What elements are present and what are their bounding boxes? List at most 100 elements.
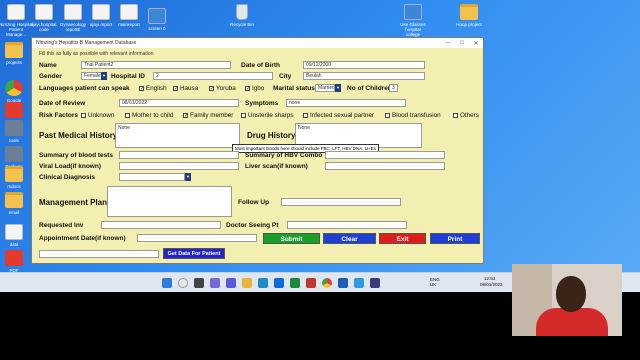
document-icon <box>120 4 138 20</box>
dob-field[interactable]: 09/12/2000 <box>303 61 425 69</box>
chevron-down-icon[interactable]: ▼ <box>335 84 341 92</box>
file-explorer-icon[interactable] <box>242 278 252 288</box>
desktop-icon-mdocs[interactable]: mdocs <box>0 166 31 189</box>
close-button[interactable]: ✕ <box>469 40 483 47</box>
excel-icon[interactable] <box>290 278 300 288</box>
past-medical-history-field[interactable]: None <box>115 123 240 148</box>
symptoms-field[interactable]: none <box>286 99 406 107</box>
risk-unknown-checkbox[interactable]: Unknown <box>81 112 114 119</box>
checkbox-checked-icon: ✓ <box>183 113 189 119</box>
widgets-icon[interactable] <box>210 278 220 288</box>
language-igbo-checkbox[interactable]: ✓ Igbo <box>245 85 264 92</box>
requested-inv-field[interactable] <box>101 221 221 229</box>
desktop-icon-email[interactable]: email <box>0 192 31 215</box>
risk-mother-to-child-checkbox[interactable]: Mother to child <box>125 112 173 119</box>
minimize-button[interactable]: – <box>441 40 455 46</box>
management-plan-field[interactable] <box>107 186 232 217</box>
task-view-icon[interactable] <box>194 278 204 288</box>
chevron-down-icon[interactable]: ▼ <box>185 173 191 181</box>
risk-family-member-checkbox[interactable]: ✓ Family member <box>183 112 233 119</box>
name-field[interactable]: Trial Patient2 <box>81 61 231 69</box>
patient-lookup-field[interactable] <box>39 250 159 258</box>
presenter-body <box>536 308 608 336</box>
language-english-checkbox[interactable]: ✓ English <box>139 85 167 92</box>
teams-chat-icon[interactable] <box>226 278 236 288</box>
children-field[interactable]: 3 <box>389 84 398 92</box>
desktop-icon-projects[interactable]: projects <box>0 42 31 65</box>
doctor-seeing-field[interactable] <box>287 221 407 229</box>
desktop-icon-hoop-project[interactable]: Hoop project <box>452 4 486 27</box>
clock-time[interactable]: 12:53 <box>484 276 495 281</box>
marital-status-select[interactable]: Married <box>315 84 335 92</box>
liver-scan-field[interactable] <box>325 162 445 170</box>
checkbox-checked-icon: ✓ <box>209 86 215 92</box>
clear-button[interactable]: Clear <box>323 233 376 244</box>
risk-blood-transfusion-checkbox[interactable]: Blood transfusion <box>385 112 441 119</box>
language-hausa-checkbox[interactable]: ✓ Hausa <box>173 85 198 92</box>
risk-infected-partner-checkbox[interactable]: Infected sexual partner <box>303 112 374 119</box>
pdf-icon <box>5 102 23 118</box>
clinical-diagnosis-select[interactable] <box>119 173 185 181</box>
print-button[interactable]: Print <box>430 233 480 244</box>
hospital-id-field[interactable]: 2 <box>153 72 273 80</box>
follow-up-field[interactable] <box>281 198 401 206</box>
city-label: City <box>279 73 292 80</box>
risk-others-checkbox[interactable]: Others <box>453 112 479 119</box>
outlook-icon[interactable] <box>354 278 364 288</box>
checkbox-checked-icon: ✓ <box>139 86 145 92</box>
language-yoruba-checkbox[interactable]: ✓ Yoruba <box>209 85 236 92</box>
risk-factors-label: Risk Factors <box>39 112 79 119</box>
chrome-icon <box>5 80 23 96</box>
presenter-head <box>556 276 586 312</box>
get-data-for-patient-button[interactable]: Get Data For Patient <box>163 248 225 259</box>
name-label: Name <box>39 62 57 69</box>
viral-load-label: Viral Load(if known) <box>39 163 101 170</box>
document-icon <box>7 4 25 20</box>
maximize-button[interactable]: □ <box>455 40 469 46</box>
chrome-icon[interactable] <box>322 278 332 288</box>
liver-scan-label: Liver scan(if known) <box>245 163 308 170</box>
app-icon[interactable] <box>370 278 380 288</box>
powerpoint-icon[interactable] <box>306 278 316 288</box>
desktop-icon-tools[interactable]: tools <box>0 120 31 143</box>
word-icon[interactable] <box>338 278 348 288</box>
checkbox-checked-icon: ✓ <box>173 86 179 92</box>
edge-icon[interactable] <box>258 278 268 288</box>
risk-unsterile-sharps-checkbox[interactable]: Unsterile sharps <box>241 112 294 119</box>
appointment-date-label: Appointment Date(if known) <box>39 235 126 242</box>
submit-button[interactable]: Submit <box>263 233 320 244</box>
store-icon[interactable] <box>274 278 284 288</box>
clock-date[interactable]: 08/01/2022 <box>480 282 503 287</box>
webcam-overlay <box>512 264 622 336</box>
checkbox-icon <box>81 113 86 118</box>
start-icon[interactable] <box>162 278 172 288</box>
marital-status-label: Marital status <box>273 85 315 92</box>
checkbox-checked-icon: ✓ <box>245 86 251 92</box>
city-field[interactable]: Beulah <box>303 72 425 80</box>
blood-tests-field[interactable] <box>119 151 239 159</box>
folder-icon <box>5 192 23 208</box>
desktop-icon-pdf[interactable]: PDF <box>0 250 31 273</box>
desktop-icon-screen[interactable]: screen 0 <box>140 8 174 31</box>
languages-label: Languages patient can speak <box>39 85 130 92</box>
hbv-combo-field[interactable] <box>325 151 445 159</box>
appointment-date-field[interactable] <box>137 234 257 242</box>
window-titlebar[interactable]: Nimzing's Hepatitis B Management Databas… <box>32 38 483 48</box>
chevron-down-icon[interactable]: ▼ <box>101 72 107 80</box>
desktop: Nimzing Hospital Patient Manage... ajayi… <box>0 0 640 292</box>
checkbox-icon <box>453 113 458 118</box>
document-icon <box>35 4 53 20</box>
exit-button[interactable]: Exit <box>379 233 426 244</box>
desktop-icon-use-glasses[interactable]: Use Glasses hospital college <box>396 4 430 37</box>
search-icon[interactable] <box>178 278 188 288</box>
gender-select[interactable]: Female <box>81 72 103 80</box>
review-date-field[interactable]: 08/01/2022 <box>119 99 239 107</box>
desktop-icon-recycle-bin[interactable]: Recycle Bin <box>225 4 259 27</box>
desktop-icon-data[interactable]: data <box>0 224 31 247</box>
checkbox-icon <box>303 113 308 118</box>
viral-load-field[interactable] <box>119 162 239 170</box>
language-indicator[interactable]: ENG UK <box>430 277 440 287</box>
app-icon <box>5 120 23 136</box>
checkbox-icon <box>385 113 390 118</box>
document-icon <box>64 4 82 20</box>
